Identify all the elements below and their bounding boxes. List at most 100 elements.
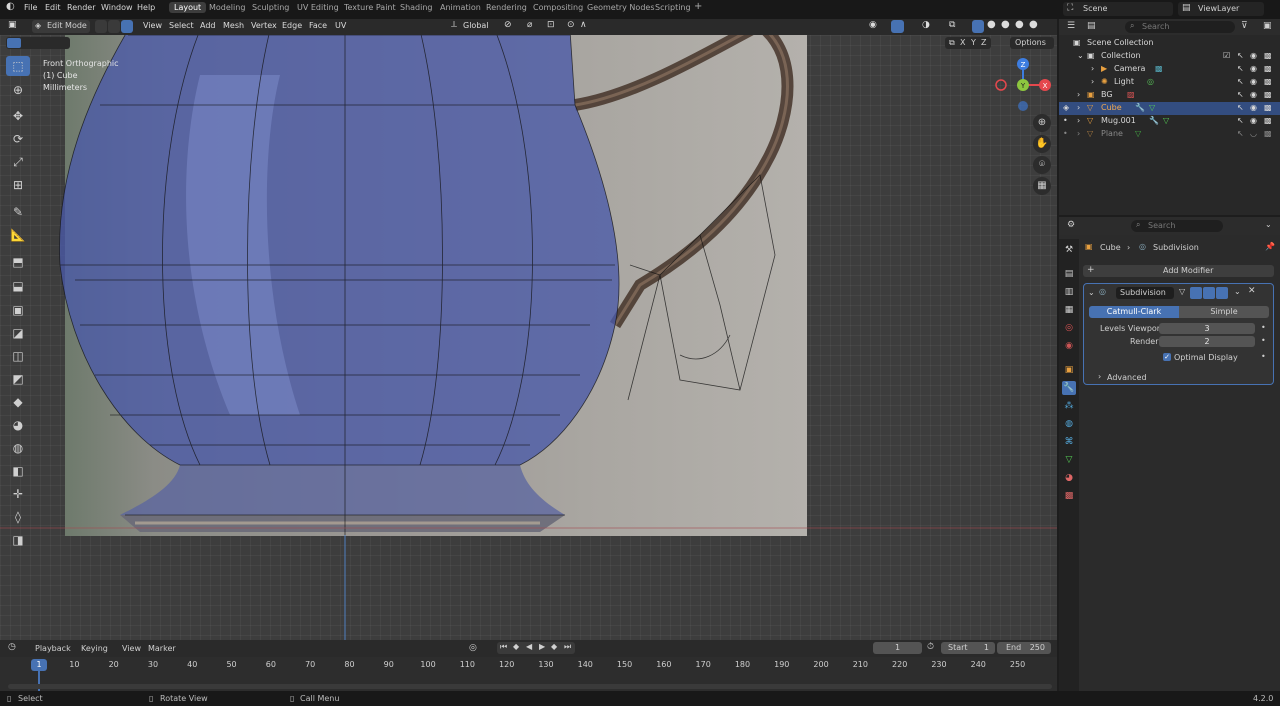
measure-icon[interactable]: 📐 bbox=[6, 225, 30, 245]
selectable-icon[interactable]: ↖ bbox=[1237, 90, 1244, 99]
bevel-icon[interactable]: ◪ bbox=[6, 323, 30, 343]
render-camera-icon[interactable]: ▩ bbox=[1264, 103, 1272, 112]
eye-icon[interactable]: ◉ bbox=[1250, 103, 1257, 112]
knife-icon[interactable]: ◩ bbox=[6, 369, 30, 389]
outliner-row-camera[interactable]: › ▶ Camera ▩ ↖ ◉ ▩ bbox=[1059, 63, 1280, 76]
chevron-down-icon[interactable]: ⌄ bbox=[1077, 51, 1084, 60]
tab-scripting[interactable]: Scripting bbox=[655, 3, 691, 12]
modifier-name-field[interactable]: Subdivision bbox=[1116, 287, 1174, 299]
chevron-right-icon[interactable]: › bbox=[1077, 90, 1080, 99]
editor-type-icon[interactable]: ▣ bbox=[8, 20, 17, 30]
xray-icon[interactable]: ⧉ bbox=[949, 20, 955, 30]
axis-z-toggle[interactable]: Z bbox=[981, 38, 986, 47]
chevron-right-icon[interactable]: › bbox=[1098, 372, 1101, 381]
visibility-icon[interactable]: ◉ bbox=[869, 20, 877, 30]
timeline-scrollbar[interactable] bbox=[8, 684, 1052, 689]
render-levels-field[interactable]: 2 bbox=[1159, 336, 1255, 347]
shrink-fatten-icon[interactable]: ✛ bbox=[6, 484, 30, 504]
menu-view[interactable]: View bbox=[122, 644, 141, 653]
shading-options-icon[interactable]: ● bbox=[1029, 19, 1038, 30]
blender-logo-icon[interactable]: ◐ bbox=[6, 1, 15, 12]
menu-add[interactable]: Add bbox=[200, 21, 216, 30]
outliner-row-bg[interactable]: › ▣ BG ▨ ↖ ◉ ▩ bbox=[1059, 89, 1280, 102]
properties-search-input[interactable]: ⌕ Search bbox=[1131, 220, 1223, 232]
display-mode-icon[interactable]: ▤ bbox=[1087, 21, 1096, 31]
eye-icon[interactable]: ◉ bbox=[1250, 51, 1257, 60]
outliner-search-input[interactable]: ⌕ Search bbox=[1125, 21, 1235, 33]
keyframe-dot-icon[interactable]: • bbox=[1261, 352, 1266, 361]
cursor-icon[interactable]: ⊕ bbox=[6, 80, 30, 100]
selectable-icon[interactable]: ↖ bbox=[1237, 64, 1244, 73]
playhead-frame-label[interactable]: 1 bbox=[31, 659, 47, 671]
tab-modeling[interactable]: Modeling bbox=[209, 3, 245, 12]
tab-uv-editing[interactable]: UV Editing bbox=[297, 3, 339, 12]
selectable-icon[interactable]: ↖ bbox=[1237, 129, 1244, 138]
outliner-row-scene-collection[interactable]: ▣ Scene Collection bbox=[1059, 37, 1280, 50]
scene-selector[interactable]: ⛶ Scene bbox=[1063, 2, 1173, 16]
select-box-icon[interactable]: ⬚ bbox=[6, 56, 30, 76]
edit-cage-icon[interactable]: ▽ bbox=[1179, 287, 1185, 296]
jump-keyframe-forward-icon[interactable]: ◆ bbox=[551, 642, 557, 651]
mirror-axis-buttons[interactable]: ⧉ X Y Z bbox=[945, 37, 991, 49]
menu-face[interactable]: Face bbox=[309, 21, 327, 30]
edit-mode-toggle[interactable] bbox=[1190, 287, 1202, 299]
snap-target-icon[interactable]: ⊡ bbox=[547, 20, 555, 30]
view-layer-tab-icon[interactable]: ▦ bbox=[1062, 303, 1076, 317]
particles-tab-icon[interactable]: ⁂ bbox=[1062, 399, 1076, 413]
pan-hand-icon[interactable]: ✋ bbox=[1033, 135, 1051, 153]
menu-marker[interactable]: Marker bbox=[148, 644, 176, 653]
overlays-icon[interactable]: ◑ bbox=[922, 20, 930, 30]
tab-compositing[interactable]: Compositing bbox=[533, 3, 583, 12]
zoom-icon[interactable]: ⊕ bbox=[1033, 114, 1051, 132]
transform-icon[interactable]: ⊞ bbox=[6, 175, 30, 195]
close-icon[interactable]: ✕ bbox=[1248, 286, 1256, 296]
tab-animation[interactable]: Animation bbox=[440, 3, 481, 12]
poly-build-icon[interactable]: ◆ bbox=[6, 392, 30, 412]
select-new-button[interactable] bbox=[7, 38, 21, 48]
tab-texture-paint[interactable]: Texture Paint bbox=[344, 3, 396, 12]
physics-tab-icon[interactable]: ◍ bbox=[1062, 417, 1076, 431]
outliner-row-cube[interactable]: ◈ › ▽ Cube 🔧 ▽ ↖ ◉ ▩ bbox=[1059, 102, 1280, 115]
view-layer-selector[interactable]: ▤ ViewLayer bbox=[1178, 2, 1264, 16]
inset-icon[interactable]: ▣ bbox=[6, 300, 30, 320]
menu-edit[interactable]: Edit bbox=[45, 3, 61, 12]
spin-icon[interactable]: ◕ bbox=[6, 415, 30, 435]
current-frame-field[interactable]: 1 bbox=[873, 642, 922, 654]
constraints-tab-icon[interactable]: ⌘ bbox=[1062, 435, 1076, 449]
solid-shading-icon[interactable]: ● bbox=[987, 19, 996, 30]
start-frame-field[interactable]: Start 1 bbox=[941, 642, 995, 654]
dot-icon[interactable]: • bbox=[1063, 129, 1068, 138]
outliner-row-mug[interactable]: • › ▽ Mug.001 🔧 ▽ ↖ ◉ ▩ bbox=[1059, 115, 1280, 128]
render-camera-icon[interactable]: ▩ bbox=[1264, 51, 1272, 60]
shear-icon[interactable]: ◊ bbox=[6, 507, 30, 527]
options-dropdown[interactable]: Options bbox=[1010, 37, 1054, 49]
mode-dropdown[interactable]: ◈ Edit Mode bbox=[32, 20, 90, 33]
pivot-point-icon[interactable]: ⊘ bbox=[504, 20, 512, 30]
scale-icon[interactable]: ⤢ bbox=[6, 152, 30, 172]
jump-end-icon[interactable]: ⏭ bbox=[564, 642, 571, 652]
chevron-right-icon[interactable]: › bbox=[1077, 129, 1080, 138]
rendered-shading-icon[interactable]: ● bbox=[1015, 19, 1024, 30]
vertex-select-button[interactable] bbox=[95, 20, 107, 33]
optimal-display-checkbox[interactable]: ✓ bbox=[1163, 353, 1171, 361]
smooth-icon[interactable]: ◍ bbox=[6, 438, 30, 458]
face-select-button[interactable] bbox=[121, 20, 133, 33]
eye-icon[interactable]: ◉ bbox=[1250, 64, 1257, 73]
outliner-editor-icon[interactable]: ☰ bbox=[1067, 21, 1075, 31]
render-camera-icon[interactable]: ▩ bbox=[1264, 77, 1272, 86]
axis-x-toggle[interactable]: X bbox=[960, 38, 965, 47]
chevron-down-icon[interactable]: ⌄ bbox=[1265, 220, 1272, 229]
end-frame-field[interactable]: End 250 bbox=[997, 642, 1051, 654]
render-camera-icon[interactable]: ▩ bbox=[1264, 64, 1272, 73]
render-camera-icon[interactable]: ▩ bbox=[1264, 90, 1272, 99]
pin-icon[interactable]: 📌 bbox=[1265, 242, 1275, 251]
menu-file[interactable]: File bbox=[24, 3, 37, 12]
output-tab-icon[interactable]: ▥ bbox=[1062, 285, 1076, 299]
menu-help[interactable]: Help bbox=[137, 3, 155, 12]
keyframe-dot-icon[interactable]: • bbox=[1261, 336, 1266, 345]
add-workspace-icon[interactable]: + bbox=[694, 1, 702, 12]
tab-rendering[interactable]: Rendering bbox=[486, 3, 527, 12]
filter-icon[interactable]: ⊽ bbox=[1241, 21, 1248, 31]
world-tab-icon[interactable]: ◉ bbox=[1062, 339, 1076, 353]
menu-view[interactable]: View bbox=[143, 21, 162, 30]
